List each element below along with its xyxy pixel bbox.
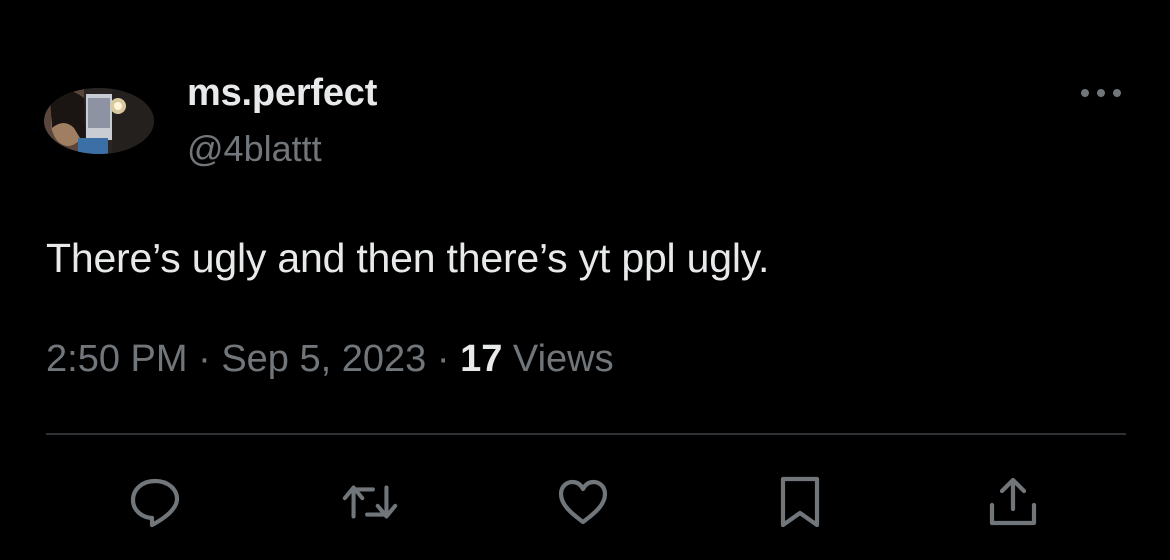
author-handle[interactable]: @4blattt bbox=[187, 128, 322, 170]
tweet-time[interactable]: 2:50 PM bbox=[46, 338, 188, 380]
views-count[interactable]: 17 bbox=[460, 338, 502, 380]
share-icon bbox=[989, 477, 1037, 526]
meta-separator: · bbox=[198, 338, 211, 380]
more-options-button[interactable] bbox=[1076, 78, 1126, 108]
reply-button[interactable] bbox=[125, 472, 185, 532]
like-button[interactable] bbox=[553, 472, 613, 532]
share-button[interactable] bbox=[983, 472, 1043, 532]
bookmark-icon bbox=[780, 476, 820, 528]
avatar-photo bbox=[44, 88, 154, 154]
speech-bubble-icon bbox=[130, 478, 180, 528]
divider bbox=[46, 433, 1126, 435]
author-display-name[interactable]: ms.perfect bbox=[187, 72, 377, 115]
more-options-icon bbox=[1081, 89, 1121, 97]
avatar[interactable] bbox=[44, 88, 154, 154]
views-label[interactable]: Views bbox=[513, 338, 614, 380]
retweet-button[interactable] bbox=[340, 472, 400, 532]
tweet-text: There’s ugly and then there’s yt ppl ugl… bbox=[46, 235, 770, 281]
heart-icon bbox=[558, 479, 608, 525]
tweet-date[interactable]: Sep 5, 2023 bbox=[221, 338, 426, 380]
tweet-meta: 2:50 PM · Sep 5, 2023 · 17 Views bbox=[46, 338, 614, 381]
retweet-icon bbox=[342, 485, 398, 519]
bookmark-button[interactable] bbox=[770, 472, 830, 532]
meta-separator: · bbox=[436, 338, 450, 380]
